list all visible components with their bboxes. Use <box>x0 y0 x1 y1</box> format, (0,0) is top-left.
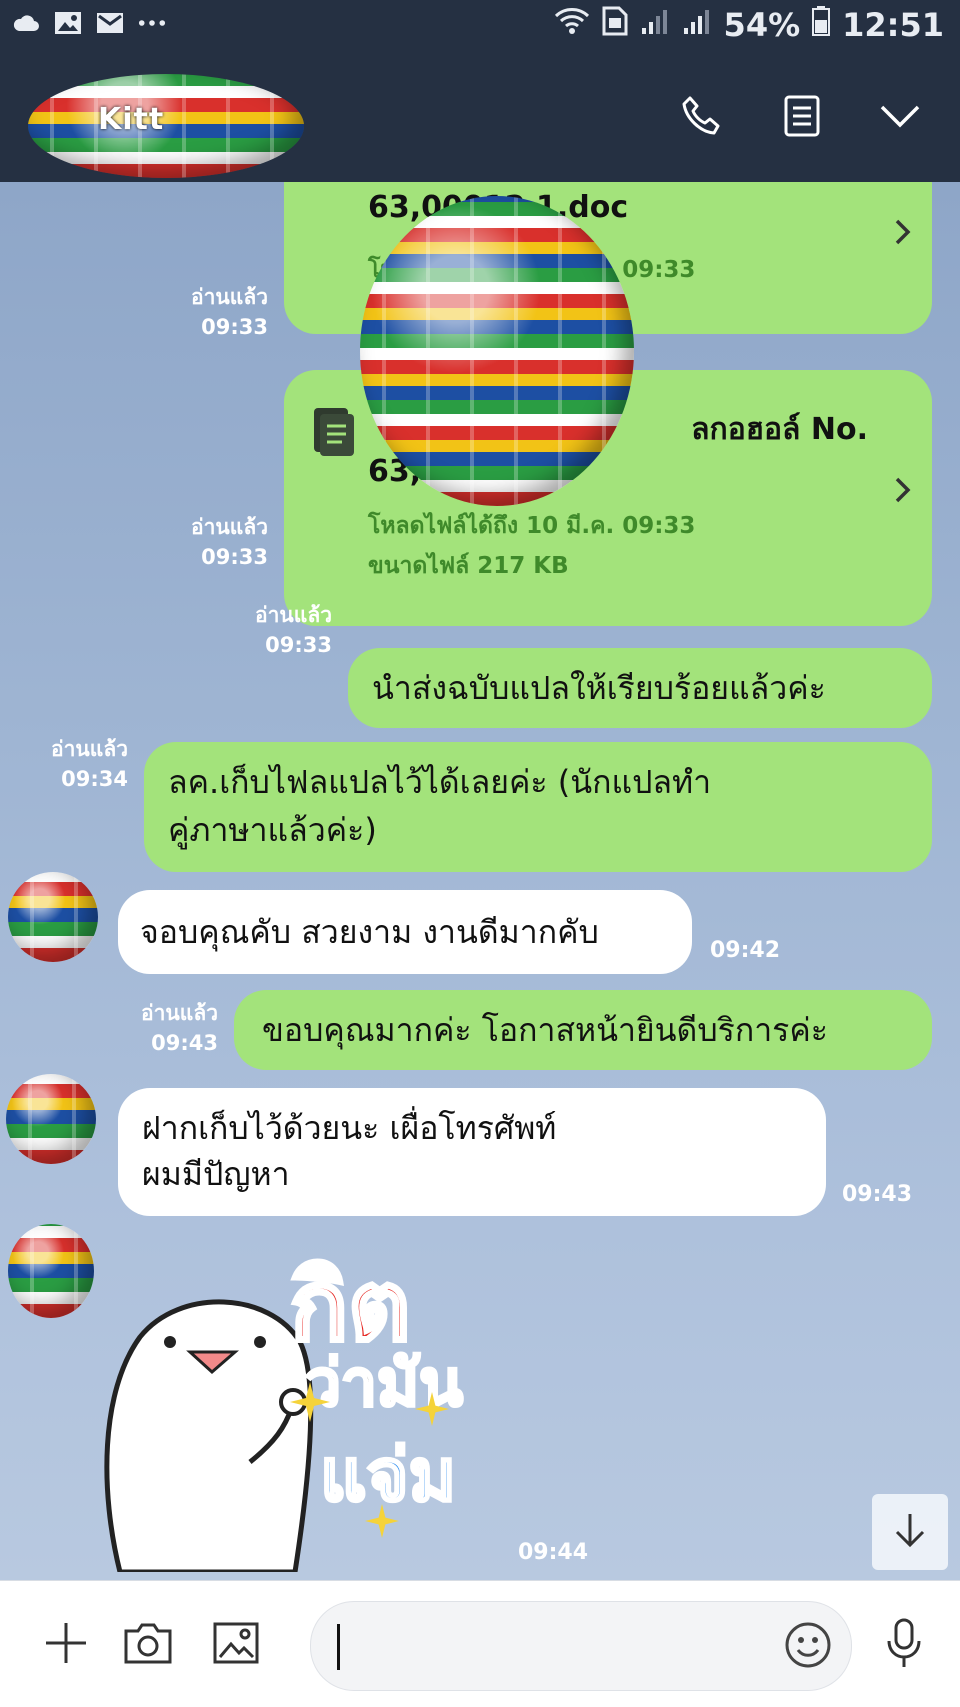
signal-icon-2 <box>682 6 712 44</box>
battery-percent: 54% <box>723 6 801 44</box>
chevron-right-icon <box>894 212 912 260</box>
sim-icon <box>602 6 628 44</box>
message-bubble-out[interactable]: นำส่งฉบับแปลให้เรียบร้อยแล้วค่ะ <box>348 648 932 728</box>
microphone-icon <box>884 1617 924 1673</box>
read-label: อ่านแล้ว <box>141 1001 218 1025</box>
camera-icon <box>123 1621 173 1669</box>
phone-icon <box>680 94 724 142</box>
message-time: 09:44 <box>518 1540 589 1565</box>
chat-header: Kitt <box>0 56 960 182</box>
message-time: 09:33 <box>201 545 268 569</box>
chat-title[interactable]: Kitt <box>98 102 164 137</box>
message-text: จอบคุณคับ สวยงาม งานดีมากคับ <box>140 913 599 951</box>
sender-avatar[interactable] <box>6 1074 96 1164</box>
chevron-down-icon <box>879 103 921 133</box>
battery-icon <box>812 6 831 44</box>
read-receipt: อ่านแล้ว 09:34 <box>20 734 128 794</box>
sticker-message[interactable]: กิต ว่ามัน แจ่ม <box>100 1242 500 1572</box>
message-text: นำส่งฉบับแปลให้เรียบร้อยแล้วค่ะ <box>372 669 826 707</box>
message-text-line2: คู่ภาษาแล้วค่ะ) <box>168 811 377 849</box>
arrow-down-icon <box>893 1512 927 1552</box>
menu-toggle-button[interactable] <box>870 88 930 148</box>
chat-area[interactable]: อ่านแล้ว 09:33 63,00012 1.doc โหลดไฟล์ได… <box>0 182 960 1580</box>
plus-icon <box>42 1619 90 1671</box>
call-button[interactable] <box>672 88 732 148</box>
text-caret <box>337 1624 340 1670</box>
read-label: อ่านแล้ว <box>191 515 268 539</box>
chevron-right-icon <box>894 470 912 518</box>
signal-icon-1 <box>640 6 670 44</box>
mail-icon <box>96 10 124 36</box>
message-text: ขอบคุณมากค่ะ โอกาสหน้ายินดีบริการค่ะ <box>262 1011 828 1049</box>
message-bubble-out[interactable]: ลค.เก็บไฟลแปลไว้ได้เลยค่ะ (นักแปลทำ คู่ภ… <box>144 742 932 872</box>
message-text-line1: ลค.เก็บไฟลแปลไว้ได้เลยค่ะ (นักแปลทำ <box>168 763 712 801</box>
globe-watermark <box>360 196 634 506</box>
read-receipt: อ่านแล้ว 09:33 <box>150 282 268 342</box>
notes-icon <box>782 94 822 142</box>
sparkle-icon <box>415 1392 449 1426</box>
gallery-button[interactable] <box>208 1617 264 1673</box>
message-time: 09:33 <box>265 633 332 657</box>
read-receipt: อ่านแล้ว 09:43 <box>120 998 218 1058</box>
read-label: อ่านแล้ว <box>191 285 268 309</box>
status-icons-right: 54% 12:51 <box>554 6 944 44</box>
chat-avatar-logo[interactable] <box>28 74 304 178</box>
scroll-to-bottom-button[interactable] <box>872 1494 948 1570</box>
cloud-icon <box>12 10 40 36</box>
read-receipt: อ่านแล้ว 09:33 <box>210 600 332 660</box>
status-bar: 54% 12:51 <box>0 0 960 56</box>
notes-button[interactable] <box>772 88 832 148</box>
message-bubble-in[interactable]: ฝากเก็บไว้ด้วยนะ เผื่อโทรศัพท์ ผมมีปัญหา <box>118 1088 826 1216</box>
camera-button[interactable] <box>120 1617 176 1673</box>
add-button[interactable] <box>38 1617 94 1673</box>
message-time: 09:42 <box>710 938 781 963</box>
voice-button[interactable] <box>876 1617 932 1673</box>
message-time: 09:43 <box>842 1182 913 1207</box>
image-icon <box>212 1621 260 1669</box>
message-text-line2: ผมมีปัญหา <box>142 1155 290 1193</box>
emoji-button[interactable] <box>783 1620 833 1674</box>
sender-avatar[interactable] <box>8 872 98 962</box>
document-icon <box>312 406 356 471</box>
message-field[interactable] <box>310 1601 852 1691</box>
message-time: 09:34 <box>61 767 128 791</box>
message-input-bar <box>0 1580 960 1707</box>
sparkle-icon <box>365 1504 399 1538</box>
clock-time: 12:51 <box>842 6 944 44</box>
status-icons-left <box>12 10 166 36</box>
message-text-line1: ฝากเก็บไว้ด้วยนะ เผื่อโทรศัพท์ <box>142 1109 557 1147</box>
wifi-icon <box>554 6 590 44</box>
message-input[interactable] <box>341 1620 765 1672</box>
file-size: ขนาดไฟล์ 217 KB <box>368 553 569 579</box>
message-bubble-out[interactable]: ขอบคุณมากค่ะ โอกาสหน้ายินดีบริการค่ะ <box>234 990 932 1070</box>
read-label: อ่านแล้ว <box>255 603 332 627</box>
sparkle-icon <box>290 1382 330 1422</box>
gallery-icon <box>54 10 82 36</box>
more-dots-icon <box>138 10 166 36</box>
message-time: 09:43 <box>151 1031 218 1055</box>
smiley-icon <box>785 1622 831 1668</box>
sender-avatar[interactable] <box>8 1224 94 1318</box>
message-time: 09:33 <box>201 315 268 339</box>
read-label: อ่านแล้ว <box>51 737 128 761</box>
read-receipt: อ่านแล้ว 09:33 <box>150 512 268 572</box>
message-bubble-in[interactable]: จอบคุณคับ สวยงาม งานดีมากคับ <box>118 890 692 974</box>
